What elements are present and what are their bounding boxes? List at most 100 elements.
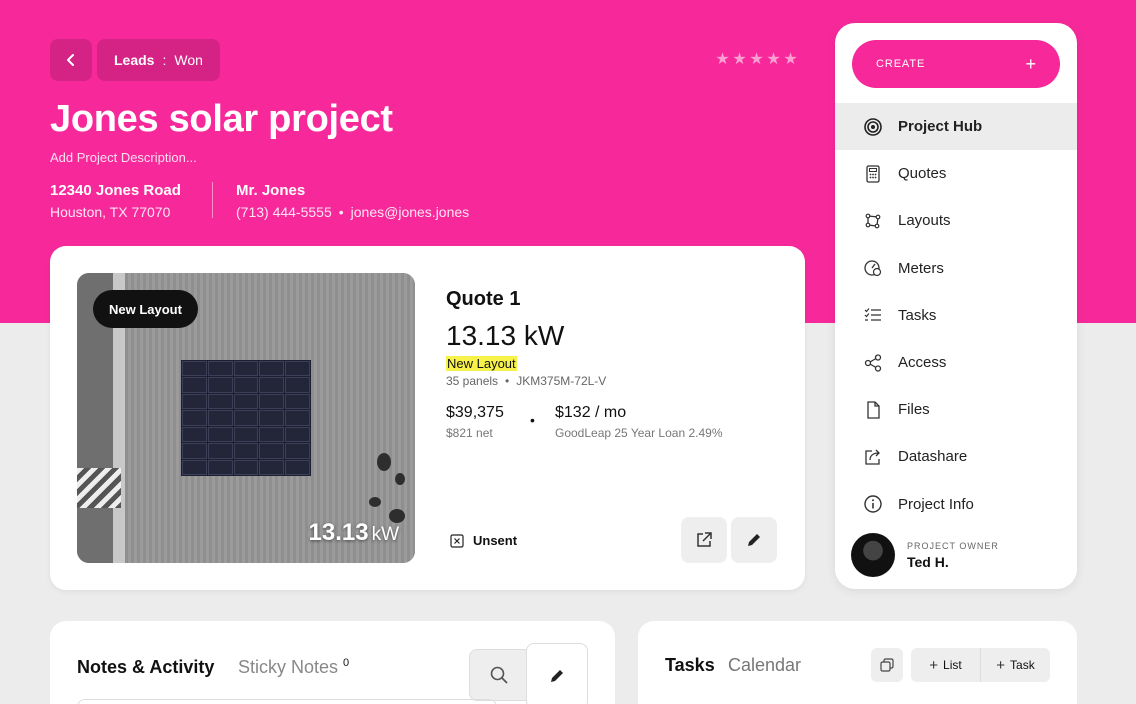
checklist-icon — [863, 305, 883, 325]
panel-info: 35 panels • JKM375M-72L-V — [446, 374, 607, 388]
breadcrumb-separator: : — [162, 52, 167, 68]
calculator-icon — [863, 164, 883, 184]
project-owner[interactable]: PROJECT OWNER Ted H. — [851, 533, 999, 577]
owner-name: Ted H. — [907, 553, 949, 570]
project-description[interactable]: Add Project Description... — [50, 150, 197, 165]
star-icon[interactable]: ★ — [715, 52, 730, 68]
loan-product: GoodLeap 25 Year Loan 2.49% — [555, 426, 723, 440]
contact-info: Mr. Jones (713) 444-5555 • jones@jones.jon… — [236, 182, 469, 220]
sidebar-item-label: Files — [898, 401, 930, 419]
sidebar-item-tasks[interactable]: Tasks — [835, 292, 1077, 339]
star-icon[interactable]: ★ — [732, 52, 747, 68]
sidebar-item-quotes[interactable]: Quotes — [835, 150, 1077, 197]
edit-quote-button[interactable] — [731, 517, 777, 563]
address-street: 12340 Jones Road — [50, 182, 181, 199]
sidebar-item-layouts[interactable]: Layouts — [835, 197, 1077, 244]
address-city: Houston, TX 77070 — [50, 204, 171, 220]
contact-phone[interactable]: (713) 444-5555 — [236, 204, 332, 220]
financing-block: $132 / mo GoodLeap 25 Year Loan 2.49% — [555, 404, 722, 440]
chevron-left-icon — [67, 54, 74, 66]
add-list-label: List — [943, 658, 962, 672]
breadcrumb-stage: Leads — [114, 52, 155, 68]
panel-count: 35 panels — [446, 374, 499, 388]
star-icon[interactable]: ★ — [783, 52, 798, 68]
back-button[interactable] — [50, 39, 92, 81]
create-label: CREATE — [876, 58, 926, 70]
star-icon[interactable]: ★ — [766, 52, 781, 68]
sticky-notes-count: 0 — [343, 657, 350, 669]
sidebar-item-label: Layouts — [898, 212, 951, 230]
sidebar-item-project-info[interactable]: Project Info — [835, 481, 1077, 528]
pencil-icon — [748, 534, 760, 546]
search-notes-button[interactable] — [469, 649, 527, 701]
sidebar-item-meters[interactable]: Meters — [835, 245, 1077, 292]
contact-details: (713) 444-5555 • jones@jones.jones — [236, 204, 470, 220]
tab-tasks[interactable]: Tasks — [665, 655, 715, 676]
status-label: Unsent — [473, 533, 518, 548]
sticky-notes-label: Sticky Notes — [238, 657, 339, 677]
notes-card: Notes & Activity Sticky Notes 0 — [50, 621, 615, 704]
tab-calendar[interactable]: Calendar — [728, 655, 801, 676]
sidebar-nav: Project Hub Quotes Layouts Meters Tasks … — [835, 103, 1077, 528]
net-price: $821 net — [446, 426, 493, 440]
file-icon — [863, 400, 883, 420]
add-buttons-group: + List + Task — [911, 648, 1050, 682]
star-icon[interactable]: ★ — [749, 52, 764, 68]
separator-dot: • — [530, 412, 535, 428]
external-link-icon — [697, 532, 712, 547]
project-sidebar: CREATE + Project Hub Quotes Layouts Mete… — [835, 23, 1077, 589]
contact-email[interactable]: jones@jones.jones — [351, 204, 470, 220]
solar-panel-array — [181, 360, 311, 476]
sidebar-item-files[interactable]: Files — [835, 386, 1077, 433]
plus-icon: + — [929, 656, 939, 674]
info-icon — [863, 494, 883, 514]
status-breadcrumb[interactable]: Leads : Won — [97, 39, 220, 81]
target-icon — [863, 117, 883, 137]
tab-notes-activity[interactable]: Notes & Activity — [77, 657, 214, 678]
system-size: 13.13 kW — [446, 320, 565, 351]
datashare-icon — [863, 447, 883, 467]
search-icon — [490, 666, 508, 684]
tasks-card: Tasks Calendar + List + Task — [638, 621, 1077, 704]
add-list-button[interactable]: + List — [911, 648, 980, 682]
layout-name: New Layout — [446, 356, 517, 371]
create-button[interactable]: CREATE + — [852, 40, 1060, 88]
divider — [212, 182, 213, 218]
sidebar-item-access[interactable]: Access — [835, 339, 1077, 386]
contact-name: Mr. Jones — [236, 182, 306, 199]
sidebar-item-label: Project Info — [898, 495, 974, 513]
sidebar-item-label: Access — [898, 354, 947, 372]
quote-card[interactable]: New Layout 13.13 kW Quote 1 13.13 kW New … — [50, 246, 805, 590]
total-price: $39,375 — [446, 404, 504, 421]
quote-status: Unsent — [450, 533, 517, 548]
plus-icon: + — [996, 656, 1006, 674]
sidebar-item-label: Quotes — [898, 165, 947, 183]
open-quote-button[interactable] — [681, 517, 727, 563]
monthly-payment: $132 / mo — [555, 404, 627, 421]
project-address: 12340 Jones Road Houston, TX 77070 — [50, 182, 181, 220]
meter-icon — [863, 258, 883, 278]
rating-stars[interactable]: ★ ★ ★ ★ ★ — [715, 52, 798, 68]
sidebar-item-label: Project Hub — [898, 118, 983, 136]
breadcrumb-status: Won — [174, 52, 203, 68]
avatar — [851, 533, 895, 577]
plus-icon: + — [1025, 53, 1036, 74]
sidebar-item-label: Datashare — [898, 448, 968, 466]
quote-title: Quote 1 — [446, 288, 521, 310]
add-task-button[interactable]: + Task — [980, 648, 1050, 682]
page-title: Jones solar project — [50, 98, 393, 140]
layout-icon — [863, 211, 883, 231]
copy-tasks-button[interactable] — [871, 648, 903, 682]
sidebar-item-datashare[interactable]: Datashare — [835, 433, 1077, 480]
layout-satellite-image[interactable]: New Layout 13.13 kW — [77, 273, 415, 563]
add-task-label: Task — [1010, 658, 1035, 672]
sidebar-item-label: Tasks — [898, 306, 937, 324]
layout-badge: New Layout — [93, 290, 198, 328]
note-input[interactable] — [77, 699, 497, 704]
tab-sticky-notes[interactable]: Sticky Notes 0 — [238, 657, 349, 678]
image-system-size: 13.13 kW — [308, 519, 400, 546]
new-note-button[interactable] — [526, 643, 588, 704]
sidebar-item-project-hub[interactable]: Project Hub — [835, 103, 1077, 151]
copy-icon — [880, 658, 894, 672]
panel-model: JKM375M-72L-V — [516, 374, 607, 388]
